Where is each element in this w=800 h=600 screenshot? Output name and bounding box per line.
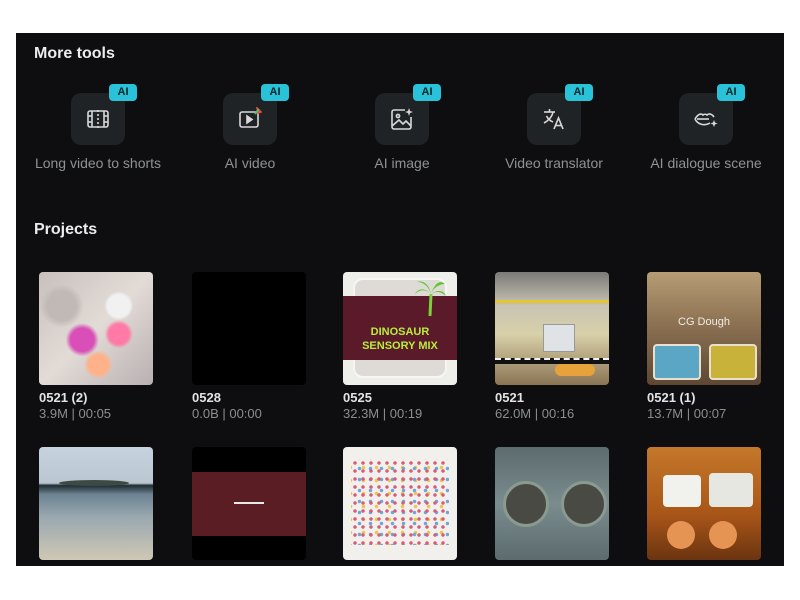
project-thumbnail[interactable] — [192, 447, 306, 560]
ai-badge: AI — [109, 84, 137, 101]
ai-badge: AI — [565, 84, 593, 101]
project-thumbnail[interactable] — [39, 447, 153, 560]
white-block — [709, 473, 753, 507]
thumbnail-text: SENSORY MIX — [362, 340, 438, 352]
project-thumbnail[interactable] — [39, 272, 153, 385]
label-card — [543, 324, 575, 352]
cookie-shape — [709, 521, 737, 549]
tiny-text-line — [234, 502, 264, 504]
yellow-stripe — [495, 300, 609, 303]
play-sparkle-icon — [239, 107, 262, 128]
project-meta: 0.0B | 00:00 — [192, 406, 262, 421]
more-tools-title: More tools — [34, 45, 115, 62]
project-card[interactable]: 0521 62.0M | 00:16 — [495, 272, 611, 421]
project-meta: 62.0M | 00:16 — [495, 406, 575, 421]
projects-title: Projects — [34, 221, 98, 238]
tool-icon-box[interactable]: AI — [71, 84, 137, 145]
tool-video-translator[interactable]: AI Video translator — [478, 84, 630, 193]
ai-badge: AI — [717, 84, 745, 101]
tool-label: Video translator — [505, 155, 603, 171]
film-scissors-icon — [87, 110, 109, 128]
project-name: 0525 — [343, 390, 372, 405]
tool-label: AI image — [374, 155, 430, 171]
white-block — [663, 475, 701, 507]
project-thumbnail[interactable] — [192, 272, 306, 385]
project-meta: 3.9M | 00:05 — [39, 406, 112, 421]
container-shape — [709, 344, 757, 380]
cookie-shape — [667, 521, 695, 549]
tool-label: Long video to shorts — [34, 155, 162, 171]
project-card[interactable]: DINOSAUR SENSORY MIX 0525 32.3M | 00:19 — [343, 272, 459, 421]
project-card[interactable] — [495, 447, 611, 560]
project-thumbnail[interactable] — [495, 272, 609, 385]
project-meta: 32.3M | 00:19 — [343, 406, 423, 421]
tool-icon-box[interactable]: AI — [527, 84, 593, 145]
island-shape — [59, 480, 129, 486]
project-card[interactable]: 0521 (2) 3.9M | 00:05 — [39, 272, 155, 421]
tool-label: AI video — [224, 155, 276, 171]
image-sparkle-icon — [391, 108, 413, 130]
project-thumbnail[interactable]: CG Dough — [647, 272, 761, 385]
project-name: 0521 — [495, 390, 524, 405]
tool-icon-box[interactable]: AI — [679, 84, 745, 145]
ai-badge: AI — [261, 84, 289, 101]
thumbnail-text: CG Dough — [678, 316, 730, 328]
palm-tree-icon — [415, 281, 446, 316]
lips-sparkle-icon — [694, 113, 718, 127]
sprinkle-pattern — [351, 459, 449, 545]
translate-icon — [543, 109, 564, 130]
tool-icon-box[interactable]: AI — [223, 84, 289, 145]
project-name: 0521 (2) — [39, 390, 88, 405]
project-thumbnail[interactable] — [647, 447, 761, 560]
container-shape — [653, 344, 701, 380]
project-meta: 13.7M | 00:07 — [647, 406, 727, 421]
project-card[interactable] — [192, 447, 308, 560]
project-thumbnail[interactable] — [495, 447, 609, 560]
tools-panel: More tools AI Long video to shorts AI AI… — [16, 33, 784, 566]
tool-ai-image[interactable]: AI AI image — [326, 84, 478, 193]
project-name: 0521 (1) — [647, 390, 696, 405]
mould-circle — [503, 481, 549, 527]
tool-ai-video[interactable]: AI AI video — [174, 84, 326, 193]
project-thumbnail[interactable] — [343, 447, 457, 560]
checker-strip — [495, 358, 609, 364]
tool-ai-dialogue-scene[interactable]: AI AI dialogue scene — [630, 84, 782, 193]
tool-label: AI dialogue scene — [650, 155, 762, 171]
dough-blob — [555, 364, 595, 376]
project-name: 0528 — [192, 390, 221, 405]
project-card[interactable] — [39, 447, 155, 560]
tool-long-video-to-shorts[interactable]: AI Long video to shorts — [22, 84, 174, 193]
project-card[interactable] — [647, 447, 763, 560]
project-thumbnail[interactable]: DINOSAUR SENSORY MIX — [343, 272, 457, 385]
ai-badge: AI — [413, 84, 441, 101]
tool-icon-box[interactable]: AI — [375, 84, 441, 145]
project-card[interactable]: 0528 0.0B | 00:00 — [192, 272, 308, 421]
thumbnail-text: DINOSAUR — [370, 326, 430, 338]
thumbnail-banner: DINOSAUR SENSORY MIX — [343, 281, 457, 360]
project-card[interactable]: CG Dough 0521 (1) 13.7M | 00:07 — [647, 272, 763, 421]
thumbnail-banner — [192, 472, 306, 536]
project-card[interactable] — [343, 447, 459, 560]
mould-circle — [561, 481, 607, 527]
